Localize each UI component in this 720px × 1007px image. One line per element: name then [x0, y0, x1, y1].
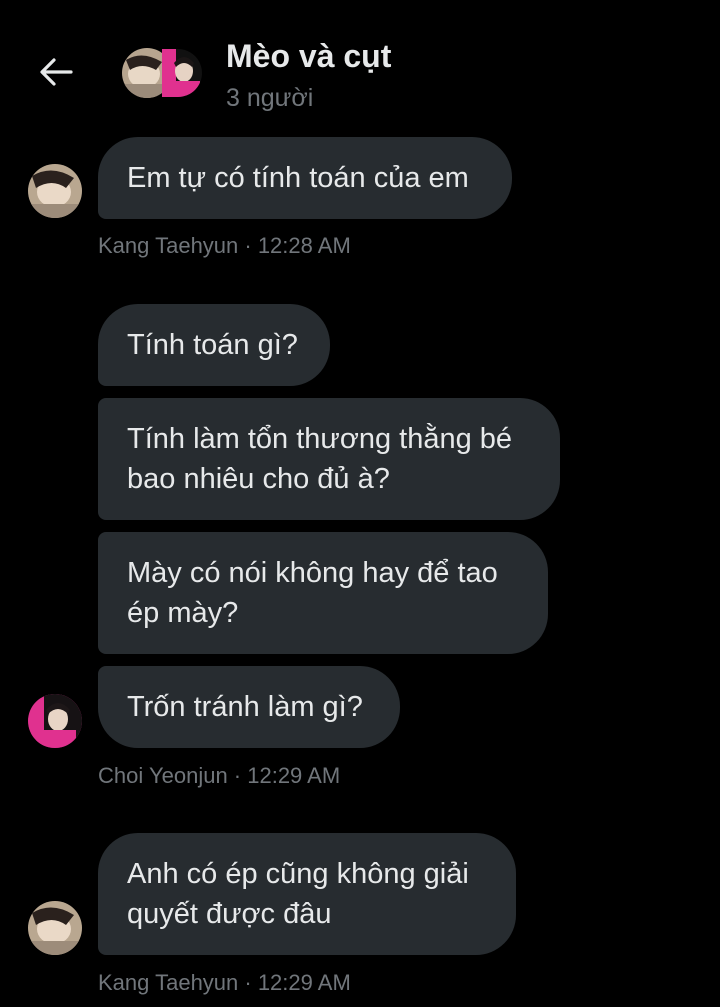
message-text: Mày có nói không hay để tao	[127, 557, 498, 589]
message-text: quyết được đâu	[127, 898, 332, 930]
message-text: ép mày?	[127, 597, 239, 629]
message-bubble[interactable]: Em tự có tính toán của em	[98, 137, 512, 219]
message-meta: Choi Yeonjun · 12:29 AM	[98, 763, 341, 788]
message-text: Em tự có tính toán của em	[127, 162, 469, 194]
conversation-title[interactable]: Mèo và cụt	[226, 38, 391, 75]
message-meta: Kang Taehyun · 12:28 AM	[98, 233, 351, 258]
message-bubble[interactable]: Mày có nói không hay để tao ép mày?	[98, 532, 548, 654]
message-text: Trốn tránh làm gì?	[127, 691, 363, 723]
avatar-yeonjun	[162, 49, 202, 97]
message-meta: Kang Taehyun · 12:29 AM	[98, 970, 351, 995]
message-text: Tính làm tổn thương thằng bé	[127, 423, 513, 455]
avatar-taehyun[interactable]	[28, 901, 82, 955]
conversation-header: Mèo và cụt 3 người	[0, 0, 720, 130]
message-text: Tính toán gì?	[127, 329, 298, 361]
avatar-yeonjun[interactable]	[28, 694, 82, 748]
message-bubble[interactable]: Trốn tránh làm gì?	[98, 666, 400, 748]
back-button[interactable]	[34, 50, 78, 94]
message-bubble[interactable]: Anh có ép cũng không giải quyết được đâu	[98, 833, 516, 955]
avatar-taehyun[interactable]	[28, 164, 82, 218]
message-bubble[interactable]: Tính làm tổn thương thằng bé bao nhiêu c…	[98, 398, 560, 520]
message-text: Anh có ép cũng không giải	[127, 858, 469, 890]
message-text: bao nhiêu cho đủ à?	[127, 463, 390, 495]
participant-count[interactable]: 3 người	[226, 84, 313, 113]
arrow-left-icon	[40, 58, 73, 86]
group-avatar[interactable]	[122, 48, 204, 100]
message-bubble[interactable]: Tính toán gì?	[98, 304, 330, 386]
